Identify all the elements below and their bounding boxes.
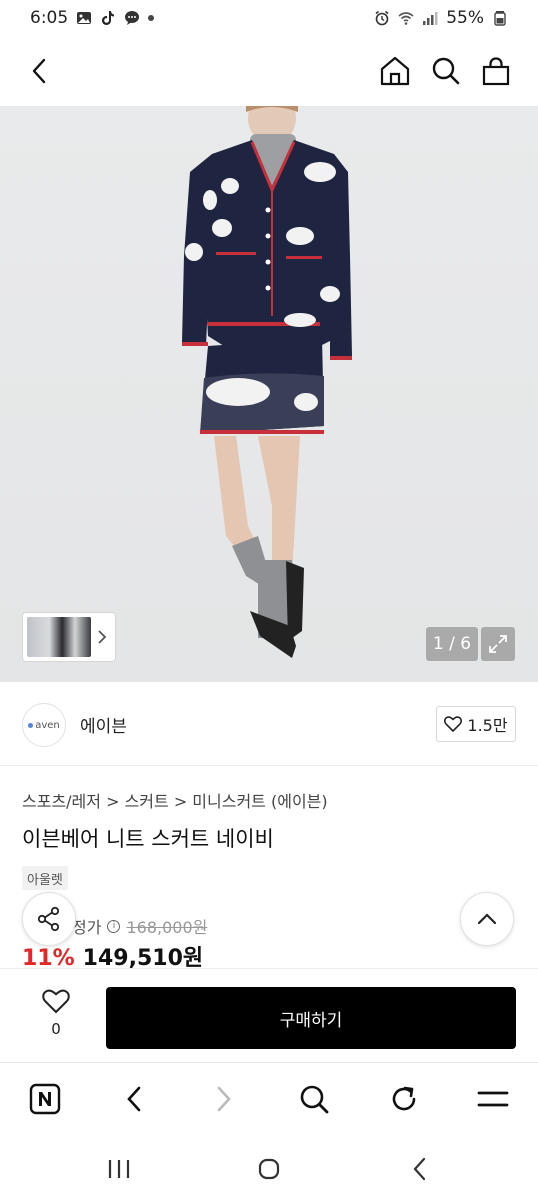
breadcrumb[interactable]: 스포츠/레저 > 스커트 > 미니스커트 (에이븐): [22, 788, 328, 812]
refresh-icon: [392, 1086, 416, 1111]
tiktok-icon: [102, 11, 115, 25]
scroll-top-button[interactable]: [460, 892, 514, 946]
naver-home-button[interactable]: [27, 1081, 63, 1117]
brand-logo-text: aven: [35, 719, 60, 731]
purchase-bar: 0 구매하기: [0, 968, 538, 1062]
status-left: 6:05: [30, 8, 155, 28]
expand-icon: [489, 635, 507, 653]
browser-refresh-button[interactable]: [386, 1081, 422, 1117]
search-icon: [300, 1085, 329, 1114]
search-icon: [432, 57, 460, 85]
status-right: 55%: [374, 8, 508, 28]
cart-button[interactable]: [478, 53, 514, 89]
wishlist-count: 0: [51, 1020, 61, 1038]
brand-logo[interactable]: aven: [22, 703, 66, 747]
battery-icon: [494, 11, 506, 26]
status-time: 6:05: [30, 8, 69, 28]
chevron-right-icon: [98, 630, 107, 644]
browser-toolbar: [0, 1062, 538, 1138]
brand-row: aven 에이븐 1.5만: [0, 684, 538, 766]
expand-button[interactable]: [481, 627, 515, 661]
original-price-row: 정가 i 168,000원: [72, 914, 207, 938]
chevron-up-icon: [477, 913, 497, 925]
brand-like-button[interactable]: 1.5만: [436, 706, 516, 742]
product-title: 이븐베어 니트 스커트 네이비: [22, 827, 274, 851]
chat-icon: [125, 11, 140, 25]
alarm-icon: [375, 10, 389, 26]
home-icon: [380, 56, 410, 86]
thumbnail-image[interactable]: [27, 617, 91, 657]
gallery-icon: [77, 12, 92, 24]
product-image[interactable]: [0, 106, 538, 682]
notification-dot: [148, 15, 155, 21]
outlet-badge: 아울렛: [22, 866, 68, 890]
original-price: 168,000원: [126, 918, 208, 937]
model-photo: [182, 106, 352, 658]
menu-icon: [477, 1091, 509, 1107]
home-circle-icon: [258, 1158, 280, 1180]
search-button[interactable]: [428, 53, 464, 89]
gallery-thumbnail-strip[interactable]: [22, 612, 116, 662]
back-nav-button[interactable]: [405, 1154, 435, 1184]
recent-apps-button[interactable]: [104, 1154, 134, 1184]
android-navigation-bar: [0, 1138, 538, 1200]
heart-icon: [444, 716, 463, 732]
brand-name[interactable]: 에이븐: [80, 712, 127, 737]
back-icon: [127, 1086, 141, 1112]
heart-icon: [42, 989, 70, 1013]
brand-like-count: 1.5만: [467, 716, 508, 735]
wishlist-button[interactable]: 0: [28, 989, 84, 1038]
browser-back-button[interactable]: [116, 1081, 152, 1117]
info-icon[interactable]: i: [107, 919, 121, 933]
buy-button[interactable]: 구매하기: [106, 987, 516, 1049]
image-counter: 1 / 6: [426, 627, 478, 661]
recent-apps-icon: [108, 1160, 130, 1178]
home-button[interactable]: [377, 53, 413, 89]
back-icon: [413, 1157, 426, 1181]
signal-icon: [423, 12, 438, 25]
share-button[interactable]: [22, 892, 76, 946]
forward-icon: [217, 1086, 231, 1112]
app-header: [0, 36, 538, 106]
browser-search-button[interactable]: [296, 1081, 332, 1117]
wifi-icon: [398, 12, 414, 25]
browser-menu-button[interactable]: [475, 1081, 511, 1117]
brand-logo-dot: [28, 722, 34, 728]
home-nav-button[interactable]: [254, 1154, 284, 1184]
back-button[interactable]: [22, 53, 58, 89]
original-price-label: 정가: [72, 918, 102, 937]
back-icon: [32, 58, 46, 84]
browser-forward-button[interactable]: [206, 1081, 242, 1117]
share-icon: [37, 906, 60, 932]
naver-icon: [29, 1083, 61, 1115]
battery-percent: 55%: [446, 8, 484, 28]
status-bar: 6:05 55%: [0, 0, 538, 36]
bag-icon: [482, 57, 510, 86]
